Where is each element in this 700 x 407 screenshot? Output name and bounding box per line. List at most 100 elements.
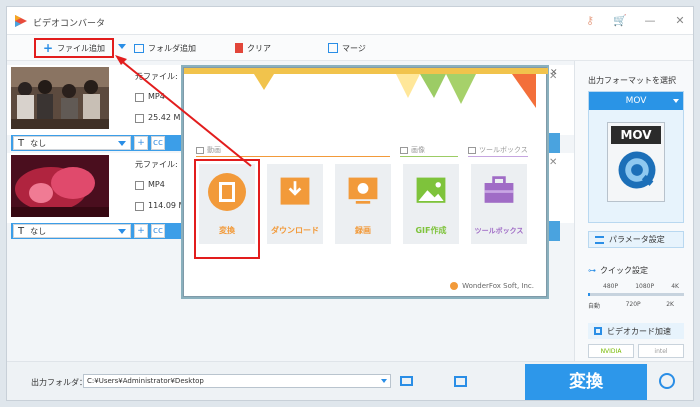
gpu-accel-text: ビデオカード加速 — [607, 326, 671, 336]
browse-folder-icon[interactable] — [400, 376, 413, 386]
video-thumbnail-1 — [11, 67, 109, 129]
alarm-clock-icon[interactable] — [659, 373, 675, 389]
feature-dialog: ✕ 動画 画像 ツールボックス 変換 ダウンロード 録画 GIF作成 ツールボッ… — [183, 67, 558, 297]
toolbox-section-icon — [468, 146, 476, 154]
gif-image-icon — [416, 177, 446, 203]
dialog-header-graphic — [184, 68, 548, 108]
title-bar: ビデオコンバータ ⚷ 🛒 — ✕ — [7, 7, 693, 35]
cc-button-1[interactable]: cc — [151, 136, 165, 150]
trash-icon — [235, 43, 243, 53]
window-title: ビデオコンバータ — [33, 19, 106, 29]
dialog-close-icon[interactable]: ✕ — [550, 68, 558, 78]
q-4k: 4K — [671, 283, 679, 290]
q-720p: 720P — [625, 301, 641, 308]
cc-button-2[interactable]: cc — [151, 224, 165, 238]
size-value-1: 25.42 M — [148, 113, 181, 122]
q-480p: 480P — [603, 283, 619, 290]
q-1080p: 1080P — [635, 283, 655, 290]
toolbox-card[interactable]: ツールボックス — [471, 164, 527, 244]
gif-card-label: GIF作成 — [415, 226, 447, 235]
section-video: 動画 — [196, 145, 221, 155]
nvidia-label: NVIDIA — [600, 347, 622, 355]
intel-button[interactable]: intel — [638, 344, 684, 358]
merge-label: マージ — [342, 43, 366, 53]
wonderfox-logo-icon — [450, 282, 459, 290]
format-box[interactable]: MOV MOV — [588, 91, 684, 223]
close-row-icon-2[interactable]: ✕ — [549, 157, 557, 168]
add-folder-button[interactable]: フォルダ追加 — [134, 40, 196, 56]
quicktime-icon — [618, 151, 656, 189]
slider-icon: ⊶ — [588, 266, 596, 275]
clear-label: クリア — [247, 43, 271, 53]
convert-button[interactable]: 変換 — [525, 364, 647, 400]
chevron-down-icon — [118, 228, 126, 234]
output-path-field[interactable]: C:¥Users¥Administrator¥Desktop — [83, 374, 391, 388]
format-icon-2 — [135, 181, 144, 190]
intel-label: intel — [654, 347, 668, 355]
close-button[interactable]: ✕ — [673, 14, 687, 28]
mov-icon-text: MOV — [611, 126, 661, 144]
format-value-2: MP4 — [148, 180, 165, 189]
add-folder-label: フォルダ追加 — [148, 43, 196, 53]
brand-text: WonderFox Soft, Inc. — [462, 282, 534, 290]
app-window: ビデオコンバータ ⚷ 🛒 — ✕ + ファイル追加 フォルダ追加 クリア マージ — [6, 6, 694, 401]
output-folder-label: 出力フォルダ： — [31, 378, 87, 387]
image-section-line — [400, 156, 458, 157]
chip-icon — [594, 327, 602, 335]
right-panel: 出力フォーマットを選択 MOV MOV パラメータ設定 ⊶ クイック設定 480… — [574, 61, 693, 361]
video-section-line — [196, 156, 390, 157]
clear-button[interactable]: クリア — [235, 40, 271, 56]
chevron-down-icon — [118, 140, 126, 146]
source-label-2: 元ファイル: — [135, 160, 178, 169]
chevron-down-icon — [673, 99, 679, 103]
gpu-accel-label: ビデオカード加速 — [588, 323, 684, 339]
key-icon[interactable]: ⚷ — [583, 14, 597, 28]
q-auto: 自動 — [588, 303, 601, 310]
text-icon: T — [18, 225, 25, 237]
folder-icon-2 — [135, 202, 144, 211]
output-path-value: C:¥Users¥Administrator¥Desktop — [87, 377, 204, 385]
minimize-button[interactable]: — — [643, 14, 657, 28]
download-card[interactable]: ダウンロード — [267, 164, 323, 244]
highlight-convert — [194, 159, 260, 259]
section-image-label: 画像 — [411, 146, 425, 154]
quality-slider-fill — [588, 293, 590, 296]
folder-icon — [134, 43, 144, 53]
quality-bottom-labels: 自動 720P 2K — [588, 301, 674, 310]
toolbox-section-line — [468, 156, 528, 157]
image-section-icon — [400, 146, 408, 154]
toolbox-card-label: ツールボックス — [474, 227, 524, 235]
subtitle-select-1[interactable]: T なし — [13, 136, 131, 150]
merge-icon — [328, 43, 338, 53]
text-icon: T — [18, 137, 25, 149]
format-icon-1 — [135, 93, 144, 102]
quality-slider[interactable] — [588, 293, 684, 296]
highlight-add-file — [34, 38, 114, 58]
folder-icon-1 — [135, 114, 144, 123]
param-button[interactable]: パラメータ設定 — [588, 231, 684, 248]
quality-top-labels: 480P 1080P 4K — [603, 283, 679, 290]
quick-setting-label: ⊶ クイック設定 — [588, 265, 648, 276]
record-card[interactable]: 録画 — [335, 164, 391, 244]
record-card-label: 録画 — [355, 226, 371, 235]
source-label-1: 元ファイル: — [135, 72, 178, 81]
cart-icon[interactable]: 🛒 — [613, 14, 627, 28]
quick-setting-text: クイック設定 — [600, 266, 648, 275]
gif-card[interactable]: GIF作成 — [403, 164, 459, 244]
chevron-down-icon[interactable] — [381, 379, 387, 383]
section-toolbox: ツールボックス — [468, 145, 528, 155]
q-2k: 2K — [666, 301, 674, 308]
toolbox-icon — [484, 176, 514, 203]
subtitle-select-2[interactable]: T なし — [13, 224, 131, 238]
add-subtitle-button-1[interactable]: + — [134, 136, 148, 150]
add-file-dropdown-icon[interactable] — [118, 44, 126, 49]
merge-button[interactable]: マージ — [328, 40, 366, 56]
file-controls-1: T なし + cc — [11, 135, 186, 151]
format-selector[interactable]: MOV — [589, 92, 683, 110]
format-selected: MOV — [625, 96, 647, 106]
app-logo-icon — [15, 15, 27, 27]
nvidia-button[interactable]: NVIDIA — [588, 344, 634, 358]
add-subtitle-button-2[interactable]: + — [134, 224, 148, 238]
screen-record-icon — [348, 177, 378, 204]
open-folder-icon[interactable] — [454, 376, 467, 387]
